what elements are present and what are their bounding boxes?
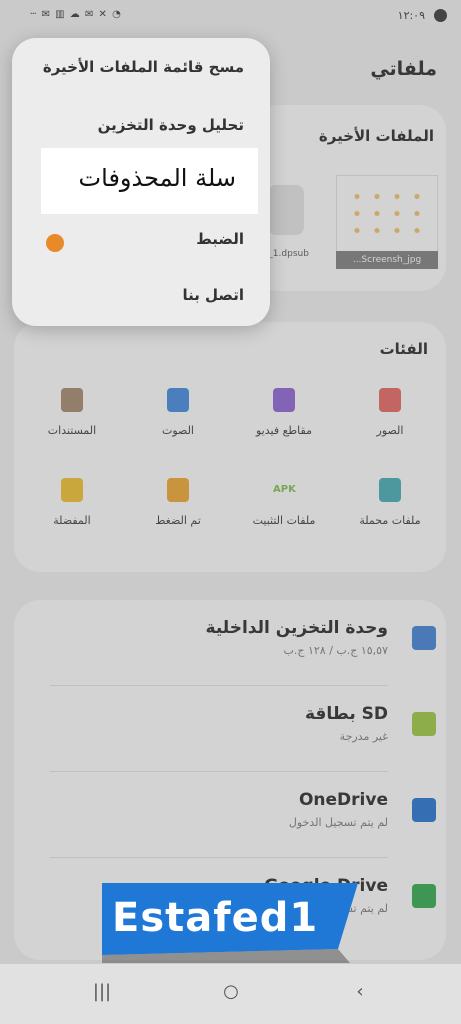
- recent-apps-button[interactable]: |||: [88, 978, 116, 1006]
- navigation-bar: ||| ○ ‹: [0, 964, 461, 1024]
- trash-label: سلة المحذوفات: [78, 164, 236, 192]
- menu-item-trash[interactable]: سلة المحذوفات: [41, 148, 258, 214]
- back-button[interactable]: ‹: [346, 978, 374, 1006]
- menu-item-clear-recent[interactable]: مسح قائمة الملفات الأخيرة: [43, 58, 244, 76]
- menu-item-settings[interactable]: الضبط: [196, 230, 244, 248]
- watermark-logo: Estafed1: [102, 883, 358, 963]
- home-button[interactable]: ○: [217, 978, 245, 1006]
- menu-item-contact-us[interactable]: اتصل بنا: [182, 286, 244, 304]
- watermark-text: Estafed1: [112, 895, 319, 941]
- app-screen: ⵈ ✉ ▥ ☁ ✉ ✕ ◔ ١٢:٠٩ ملفاتي الملفات الأخي…: [0, 0, 461, 1024]
- update-badge-icon: [46, 234, 64, 252]
- menu-item-analyze-storage[interactable]: تحليل وحدة التخزين: [98, 116, 244, 134]
